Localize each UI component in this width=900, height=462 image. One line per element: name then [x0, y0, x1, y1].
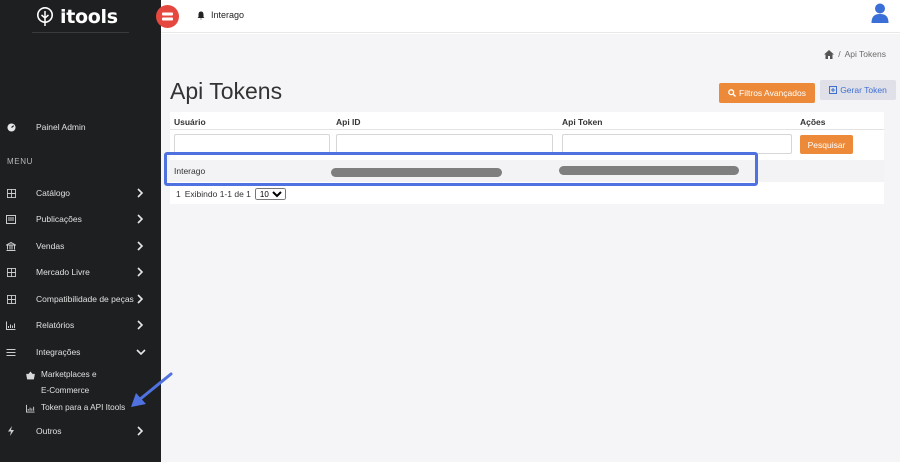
- basket-icon: [26, 371, 35, 380]
- chevron-right-icon: [137, 426, 144, 436]
- filter-api-id-input[interactable]: [336, 134, 553, 154]
- gauge-icon: [6, 122, 16, 132]
- bar-chart-icon: [26, 404, 35, 413]
- sidebar-subitem-label: Token para a API Itools: [41, 403, 126, 412]
- logo-divider: [32, 32, 129, 33]
- sidebar-item-compatibilidade[interactable]: Compatibilidade de peças: [0, 286, 161, 312]
- sidebar-item-vendas[interactable]: Vendas: [0, 233, 161, 259]
- column-header-api-token: Api Token: [562, 117, 603, 127]
- menu-toggle-icon: [162, 12, 173, 21]
- bank-icon: [6, 241, 16, 251]
- sidebar-item-outros[interactable]: Outros: [0, 418, 161, 444]
- sidebar-item-catalogo[interactable]: Catálogo: [0, 180, 161, 206]
- search-icon: [728, 89, 737, 97]
- user-icon[interactable]: [871, 3, 889, 23]
- breadcrumb-current: Api Tokens: [844, 49, 886, 59]
- sidebar-subitem-label: E-Commerce: [41, 386, 90, 395]
- pagination: 1 Exibindo 1-1 de 1 10: [176, 188, 286, 200]
- sidebar-item-admin[interactable]: Painel Admin: [0, 114, 161, 140]
- advanced-filters-button[interactable]: Filtros Avançados: [719, 83, 815, 103]
- chevron-right-icon: [137, 188, 144, 198]
- chevron-right-icon: [137, 294, 144, 304]
- table-icon: [6, 188, 16, 198]
- logo-icon: [37, 7, 53, 26]
- advanced-filters-label: Filtros Avançados: [739, 88, 806, 98]
- chevron-right-icon: [137, 320, 144, 330]
- menu-heading: MENU: [7, 157, 33, 166]
- breadcrumb: / Api Tokens: [824, 49, 886, 59]
- chevron-right-icon: [137, 241, 144, 251]
- bell-icon: [197, 11, 205, 19]
- top-bar: Interago: [156, 0, 900, 33]
- pagination-summary: Exibindo 1-1 de 1: [184, 189, 251, 199]
- page-size-select[interactable]: 10: [254, 188, 286, 200]
- plus-square-icon: [829, 86, 838, 94]
- chevron-right-icon: [137, 267, 144, 277]
- sidebar-item-label: Catálogo: [36, 188, 71, 198]
- sidebar-item-label: Publicações: [36, 214, 82, 224]
- sidebar-item-mercado-livre[interactable]: Mercado Livre: [0, 259, 161, 285]
- sidebar-toggle-button[interactable]: [156, 5, 179, 28]
- sidebar-item-label: Outros: [36, 426, 62, 436]
- organization-name: Interago: [211, 10, 245, 20]
- list-icon: [6, 347, 16, 357]
- header-divider: [170, 129, 884, 130]
- column-header-api-id: Api ID: [336, 117, 361, 127]
- pagination-page[interactable]: 1: [176, 189, 181, 199]
- sidebar-item-integracoes[interactable]: Integrações: [0, 339, 161, 365]
- chevron-right-icon: [137, 214, 144, 224]
- breadcrumb-separator: /: [838, 49, 841, 59]
- chevron-down-icon: [136, 349, 146, 356]
- bar-chart-icon: [6, 320, 16, 330]
- column-header-acoes: Ações: [800, 117, 826, 127]
- bolt-icon: [6, 426, 16, 436]
- table-icon: [6, 267, 16, 277]
- generate-token-button[interactable]: Gerar Token: [820, 80, 896, 100]
- sidebar-item-relatorios[interactable]: Relatórios: [0, 312, 161, 338]
- app-logo[interactable]: itools: [36, 6, 118, 28]
- sidebar-item-label: Painel Admin: [36, 122, 86, 132]
- table-icon: [6, 294, 16, 304]
- sidebar-item-label: Vendas: [36, 241, 65, 251]
- logo-text: itools: [60, 6, 118, 28]
- main-content: / Api Tokens Api Tokens Filtros Avançado…: [161, 34, 900, 462]
- sidebar-item-publicacoes[interactable]: Publicações: [0, 206, 161, 232]
- sidebar-item-label: Compatibilidade de peças: [36, 294, 134, 304]
- filter-usuario-input[interactable]: [174, 134, 330, 154]
- organization-selector[interactable]: Interago: [197, 10, 244, 20]
- home-icon[interactable]: [824, 49, 835, 59]
- sidebar-item-label: Relatórios: [36, 320, 75, 330]
- generate-token-label: Gerar Token: [840, 85, 887, 95]
- highlight-box: [164, 152, 758, 186]
- column-header-usuario: Usuário: [174, 117, 206, 127]
- page-title: Api Tokens: [170, 78, 283, 104]
- sidebar-item-label: Integrações: [36, 347, 81, 357]
- filter-api-token-input[interactable]: [562, 134, 792, 154]
- annotation-arrow: [131, 372, 173, 407]
- search-button[interactable]: Pesquisar: [800, 135, 853, 154]
- newspaper-icon: [6, 214, 16, 224]
- sidebar-item-label: Mercado Livre: [36, 267, 90, 277]
